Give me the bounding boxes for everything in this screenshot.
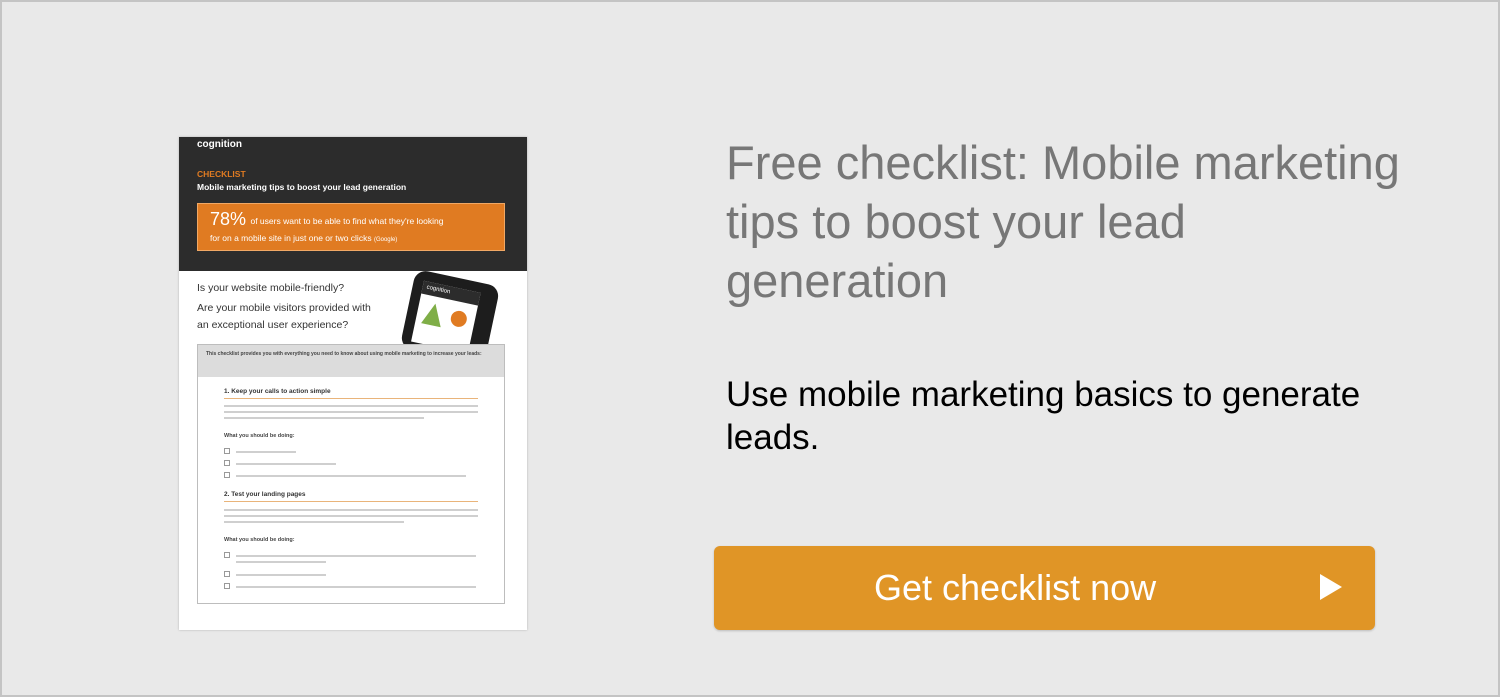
stat-source: (Google) bbox=[373, 237, 398, 243]
checklist-question-2: Are your mobile visitors provided with bbox=[197, 302, 371, 314]
checkbox-icon bbox=[224, 448, 230, 454]
checkbox-icon bbox=[224, 460, 230, 466]
promo-banner: cognition CHECKLIST Mobile marketing tip… bbox=[0, 0, 1500, 697]
checklist-question-1: Is your website mobile-friendly? bbox=[197, 282, 345, 294]
checklist-subtitle: Mobile marketing tips to boost your lead… bbox=[197, 182, 407, 192]
cognition-logo: cognition bbox=[197, 139, 242, 150]
text-line bbox=[224, 411, 478, 413]
stat-callout: 78% of users want to be able to find wha… bbox=[197, 203, 505, 251]
get-checklist-label: Get checklist now bbox=[874, 567, 1157, 608]
subheadline: Use mobile marketing basics to generate … bbox=[726, 375, 1361, 457]
text-line bbox=[224, 515, 478, 517]
checkbox-icon bbox=[224, 583, 230, 589]
text-line bbox=[236, 586, 476, 588]
text-line bbox=[224, 509, 478, 511]
text-line bbox=[236, 463, 336, 465]
checklist-body: This checklist provides you with everyth… bbox=[197, 344, 505, 604]
section-divider bbox=[224, 501, 478, 502]
checklist-question-3: an exceptional user experience? bbox=[197, 319, 349, 331]
play-arrow-icon bbox=[1320, 574, 1342, 600]
text-line bbox=[236, 574, 326, 576]
badge-icon bbox=[449, 309, 469, 329]
get-checklist-button[interactable]: Get checklist now bbox=[714, 546, 1375, 630]
checklist-section-2: 2. Test your landing pages bbox=[224, 491, 306, 498]
what-to-do-label: What you should be doing: bbox=[224, 537, 295, 543]
headline: Free checklist: Mobile marketing tips to… bbox=[726, 136, 1400, 307]
text-line bbox=[236, 561, 326, 563]
checklist-thumbnail[interactable]: cognition CHECKLIST Mobile marketing tip… bbox=[179, 137, 527, 630]
what-to-do-label: What you should be doing: bbox=[224, 433, 295, 439]
stat-text-1: of users want to be able to find what th… bbox=[250, 216, 444, 226]
tree-icon bbox=[421, 301, 446, 328]
checklist-tag: CHECKLIST bbox=[197, 169, 246, 179]
text-line bbox=[236, 475, 466, 477]
stat-percent: 78% bbox=[210, 209, 247, 229]
stat-text-2: for on a mobile site in just one or two … bbox=[210, 233, 372, 243]
checklist-intro: This checklist provides you with everyth… bbox=[198, 345, 504, 377]
checklist-section-1: 1. Keep your calls to action simple bbox=[224, 388, 331, 395]
checkbox-icon bbox=[224, 472, 230, 478]
text-line bbox=[236, 555, 476, 557]
text-line bbox=[224, 521, 404, 523]
text-line bbox=[224, 417, 424, 419]
section-divider bbox=[224, 398, 478, 399]
text-line bbox=[236, 451, 296, 453]
checklist-header: cognition CHECKLIST Mobile marketing tip… bbox=[179, 137, 527, 271]
checkbox-icon bbox=[224, 552, 230, 558]
checkbox-icon bbox=[224, 571, 230, 577]
text-line bbox=[224, 405, 478, 407]
